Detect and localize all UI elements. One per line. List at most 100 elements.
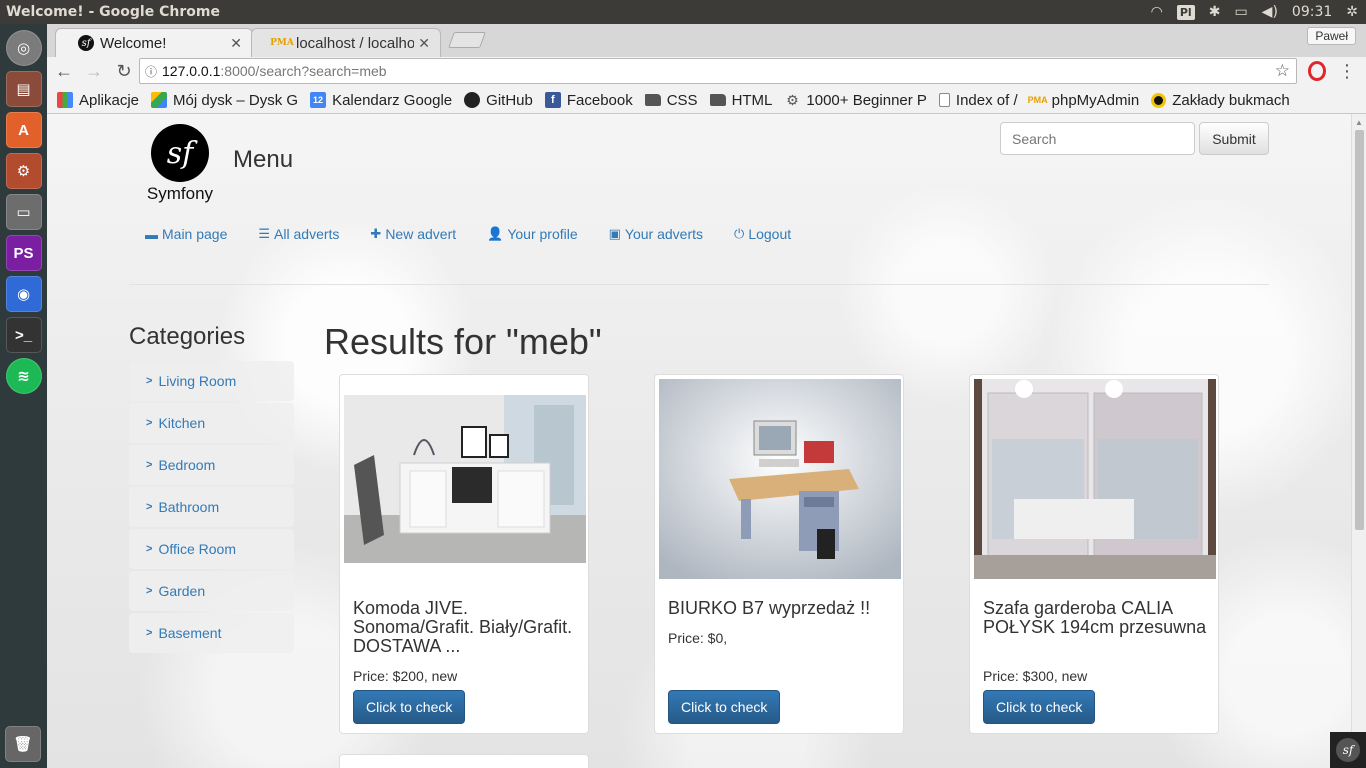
product-card: Szafa garderoba CALIA POŁYSK 194cm przes… xyxy=(969,374,1219,734)
close-tab-icon[interactable]: ✕ xyxy=(418,35,430,52)
chevron-right-icon: > xyxy=(146,501,153,513)
category-office-room[interactable]: > Office Room xyxy=(129,529,294,569)
category-bedroom[interactable]: > Bedroom xyxy=(129,445,294,485)
category-living-room[interactable]: > Living Room xyxy=(129,361,294,401)
system-tray: ◠ Pl ✱ ▭ ◀) 09:31 ✲ xyxy=(1151,0,1358,24)
categories-heading: Categories xyxy=(129,323,246,350)
categories-list: > Living Room > Kitchen > Bedroom > Bathroom… xyxy=(129,361,294,655)
calendar-icon: 12 xyxy=(310,92,327,108)
product-price: Price: $200, new xyxy=(353,668,458,684)
tab-phpmyadmin[interactable]: PMA localhost / localhos ✕ xyxy=(251,28,441,57)
list-icon: ☰ xyxy=(258,226,271,241)
category-bathroom[interactable]: > Bathroom xyxy=(129,487,294,527)
profile-badge[interactable]: Paweł xyxy=(1307,27,1356,45)
bookmark-beginner[interactable]: ⚙ 1000+ Beginner P xyxy=(784,92,927,109)
tab-label: localhost / localhos xyxy=(296,34,415,52)
tab-welcome[interactable]: sf Welcome! ✕ xyxy=(55,28,253,57)
symfony-debug-toolbar-toggle[interactable]: sf xyxy=(1330,732,1366,768)
bookmark-star-icon[interactable]: ☆ xyxy=(1275,61,1290,81)
category-kitchen[interactable]: > Kitchen xyxy=(129,403,294,443)
settings-icon[interactable]: ⚙ xyxy=(5,153,42,189)
gear-icon: ⚙ xyxy=(786,91,799,108)
scroll-up-icon[interactable]: ▲ xyxy=(1355,118,1363,127)
address-bar[interactable]: ⓘ 127.0.0.1:8000/search?search=meb ☆ xyxy=(139,58,1297,84)
search-input[interactable] xyxy=(1000,122,1195,155)
nav-main-page[interactable]: ▬ Main page xyxy=(145,226,227,242)
chevron-right-icon: > xyxy=(146,417,153,429)
logo-text: Symfony xyxy=(146,184,214,203)
results-heading: Results for "meb" xyxy=(324,321,602,362)
opera-extension-icon[interactable] xyxy=(1308,61,1326,81)
disk-icon[interactable]: ▭ xyxy=(5,194,42,230)
trash-icon[interactable]: 🗑 xyxy=(5,726,41,762)
close-tab-icon[interactable]: ✕ xyxy=(230,35,242,52)
scrollbar-thumb[interactable] xyxy=(1355,130,1364,530)
nav-all-adverts[interactable]: ☰ All adverts xyxy=(258,226,339,242)
bookmark-github[interactable]: GitHub xyxy=(464,92,533,109)
page-scrollbar[interactable]: ▲ xyxy=(1351,114,1366,768)
submit-button[interactable]: Submit xyxy=(1199,122,1269,155)
bookmark-zaklady[interactable]: Zakłady bukmach xyxy=(1151,92,1290,109)
product-card: BIURKO B7 wyprzedaż !! Price: $0, Click … xyxy=(654,374,904,734)
inbox-icon: ▣ xyxy=(608,226,621,241)
github-icon xyxy=(464,92,481,108)
symfony-logo[interactable]: sf Symfony xyxy=(143,124,217,204)
url-path: :8000/search?search=meb xyxy=(220,63,387,79)
clock[interactable]: 09:31 xyxy=(1292,4,1332,20)
terminal-icon[interactable]: >_ xyxy=(5,317,42,353)
bookmark-drive[interactable]: Mój dysk – Dysk G xyxy=(151,92,298,109)
product-card: Komoda JIVE. Sonoma/Grafit. Biały/Grafit… xyxy=(339,374,589,734)
wifi-icon[interactable]: ◠ xyxy=(1151,4,1163,20)
nav-your-profile[interactable]: 👤 Your profile xyxy=(487,226,578,242)
product-image[interactable] xyxy=(974,379,1216,579)
bookmark-css[interactable]: CSS xyxy=(644,92,698,109)
product-card xyxy=(339,754,589,768)
menu-title: Menu xyxy=(233,146,294,173)
keyboard-layout-indicator[interactable]: Pl xyxy=(1176,4,1195,20)
home-icon: ▬ xyxy=(145,226,158,242)
bookmark-html[interactable]: HTML xyxy=(709,92,772,109)
click-to-check-button[interactable]: Click to check xyxy=(983,690,1096,724)
category-basement[interactable]: > Basement xyxy=(129,613,294,653)
symfony-debug-icon: sf xyxy=(1336,738,1360,762)
click-to-check-button[interactable]: Click to check xyxy=(668,690,781,724)
battery-icon[interactable]: ▭ xyxy=(1234,4,1247,20)
folder-icon xyxy=(709,94,726,106)
bookmark-phpmyadmin[interactable]: PMA phpMyAdmin xyxy=(1028,92,1140,109)
dash-icon[interactable]: ◎ xyxy=(5,30,42,66)
browser-menu-icon[interactable]: ⋮ xyxy=(1338,59,1356,83)
window-title: Welcome! - Google Chrome xyxy=(6,4,220,20)
forward-button[interactable]: → xyxy=(81,59,107,85)
chevron-right-icon: > xyxy=(146,543,153,555)
bluetooth-icon[interactable]: ✱ xyxy=(1209,4,1221,20)
bookmark-calendar[interactable]: 12 Kalendarz Google xyxy=(310,92,452,109)
click-to-check-button[interactable]: Click to check xyxy=(353,690,466,724)
new-tab-button[interactable] xyxy=(448,32,486,48)
nav-new-advert[interactable]: ✚ New advert xyxy=(370,226,456,242)
bookmark-index[interactable]: Index of / xyxy=(938,92,1018,109)
product-image[interactable] xyxy=(659,379,901,579)
document-icon xyxy=(938,93,950,107)
folder-icon xyxy=(644,94,661,106)
bookmark-facebook[interactable]: f Facebook xyxy=(544,92,633,109)
page-info-icon[interactable]: ⓘ xyxy=(140,63,162,80)
phpstorm-icon[interactable]: PS xyxy=(5,235,42,271)
chrome-icon[interactable]: ◉ xyxy=(5,276,42,312)
category-garden[interactable]: > Garden xyxy=(129,571,294,611)
pma-favicon-icon: PMA xyxy=(270,38,294,48)
bookmark-apps[interactable]: Aplikacje xyxy=(57,92,139,109)
volume-icon[interactable]: ◀) xyxy=(1262,4,1278,20)
product-image[interactable] xyxy=(344,395,586,563)
settings-gear-icon[interactable]: ✲ xyxy=(1346,4,1358,20)
product-title: BIURKO B7 wyprzedaż !! xyxy=(668,598,871,618)
files-icon[interactable]: ▤ xyxy=(5,71,42,107)
software-center-icon[interactable]: A xyxy=(5,112,42,148)
reload-button[interactable]: ↻ xyxy=(111,59,137,85)
spotify-icon[interactable]: ≋ xyxy=(5,358,42,394)
symfony-favicon-icon: sf xyxy=(78,35,94,51)
nav-your-adverts[interactable]: ▣ Your adverts xyxy=(609,226,703,242)
back-button[interactable]: ← xyxy=(51,59,77,85)
page-viewport: sf Symfony Menu Submit ▬Main page ☰All a… xyxy=(47,114,1366,768)
nav-logout[interactable]: ⏻ Logout xyxy=(734,226,791,242)
divider xyxy=(129,284,1269,285)
